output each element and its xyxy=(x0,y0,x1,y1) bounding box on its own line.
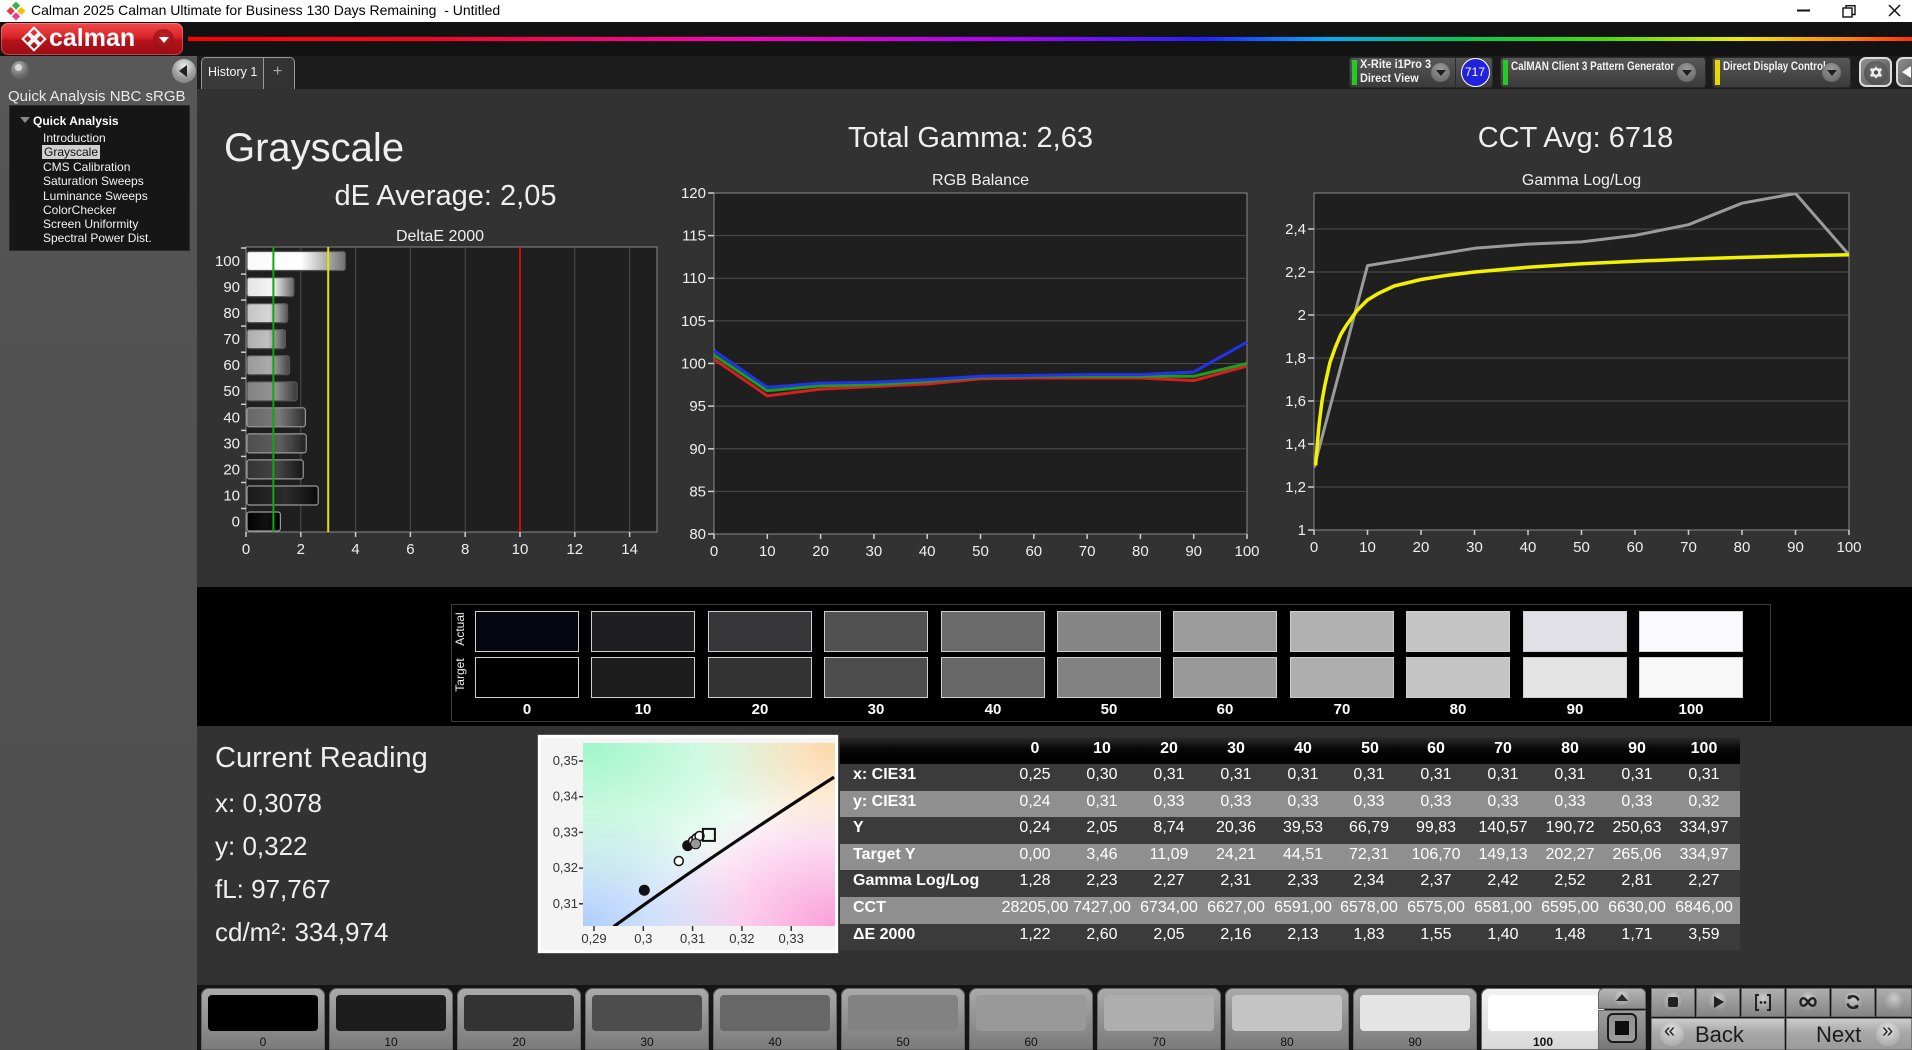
svg-text:20: 20 xyxy=(1413,539,1430,556)
svg-text:0,31: 0,31 xyxy=(553,896,578,911)
svg-text:2,2: 2,2 xyxy=(1285,264,1306,281)
svg-text:1,6: 1,6 xyxy=(1285,393,1306,410)
svg-text:12: 12 xyxy=(566,541,583,558)
svg-text:100: 100 xyxy=(1836,539,1861,556)
svg-text:20: 20 xyxy=(223,461,240,478)
svg-text:100: 100 xyxy=(1234,543,1259,560)
svg-text:105: 105 xyxy=(681,313,706,330)
svg-text:60: 60 xyxy=(1025,543,1042,560)
svg-text:60: 60 xyxy=(1627,539,1644,556)
svg-text:2,4: 2,4 xyxy=(1285,221,1306,238)
svg-text:0,29: 0,29 xyxy=(581,931,606,946)
svg-text:85: 85 xyxy=(689,483,706,500)
svg-text:10: 10 xyxy=(1359,539,1376,556)
svg-text:1,4: 1,4 xyxy=(1285,436,1306,453)
svg-text:40: 40 xyxy=(223,409,240,426)
svg-text:1,2: 1,2 xyxy=(1285,479,1306,496)
svg-text:0,35: 0,35 xyxy=(553,753,578,768)
svg-text:90: 90 xyxy=(223,279,240,296)
svg-text:50: 50 xyxy=(1573,539,1590,556)
svg-text:120: 120 xyxy=(681,185,706,202)
svg-text:0: 0 xyxy=(710,543,718,560)
svg-text:40: 40 xyxy=(1520,539,1537,556)
svg-text:110: 110 xyxy=(682,270,706,287)
svg-text:2: 2 xyxy=(297,541,305,558)
svg-text:80: 80 xyxy=(1132,543,1149,560)
svg-text:30: 30 xyxy=(223,435,240,452)
svg-text:0: 0 xyxy=(1310,539,1318,556)
svg-text:80: 80 xyxy=(223,305,240,322)
svg-text:80: 80 xyxy=(689,526,706,543)
svg-text:40: 40 xyxy=(919,543,936,560)
svg-text:0,3: 0,3 xyxy=(634,931,652,946)
svg-text:1: 1 xyxy=(1298,522,1306,539)
svg-text:6: 6 xyxy=(406,541,414,558)
svg-text:100: 100 xyxy=(215,253,240,270)
svg-text:10: 10 xyxy=(223,488,240,505)
svg-text:0: 0 xyxy=(232,514,240,531)
svg-text:95: 95 xyxy=(689,398,706,415)
svg-text:14: 14 xyxy=(621,541,638,558)
svg-text:8: 8 xyxy=(461,541,469,558)
svg-text:50: 50 xyxy=(972,543,989,560)
svg-text:0,33: 0,33 xyxy=(779,931,804,946)
svg-text:10: 10 xyxy=(512,541,529,558)
svg-text:60: 60 xyxy=(223,357,240,374)
svg-text:30: 30 xyxy=(866,543,883,560)
svg-text:70: 70 xyxy=(1079,543,1096,560)
svg-text:80: 80 xyxy=(1734,539,1751,556)
svg-text:1,8: 1,8 xyxy=(1285,350,1306,367)
svg-text:0,33: 0,33 xyxy=(553,824,578,839)
svg-text:90: 90 xyxy=(689,441,706,458)
svg-text:90: 90 xyxy=(1185,543,1202,560)
svg-text:30: 30 xyxy=(1466,539,1483,556)
svg-text:100: 100 xyxy=(681,356,706,373)
svg-text:50: 50 xyxy=(223,383,240,400)
svg-text:70: 70 xyxy=(1680,539,1697,556)
svg-text:0,34: 0,34 xyxy=(553,789,578,804)
svg-text:90: 90 xyxy=(1787,539,1804,556)
svg-text:0: 0 xyxy=(242,541,250,558)
svg-text:0,31: 0,31 xyxy=(680,931,705,946)
svg-text:4: 4 xyxy=(351,541,359,558)
svg-text:0,32: 0,32 xyxy=(729,931,754,946)
svg-text:10: 10 xyxy=(759,543,776,560)
svg-text:2: 2 xyxy=(1298,307,1306,324)
svg-text:70: 70 xyxy=(223,331,240,348)
svg-text:115: 115 xyxy=(682,228,706,245)
svg-text:20: 20 xyxy=(812,543,829,560)
svg-text:0,32: 0,32 xyxy=(553,860,578,875)
